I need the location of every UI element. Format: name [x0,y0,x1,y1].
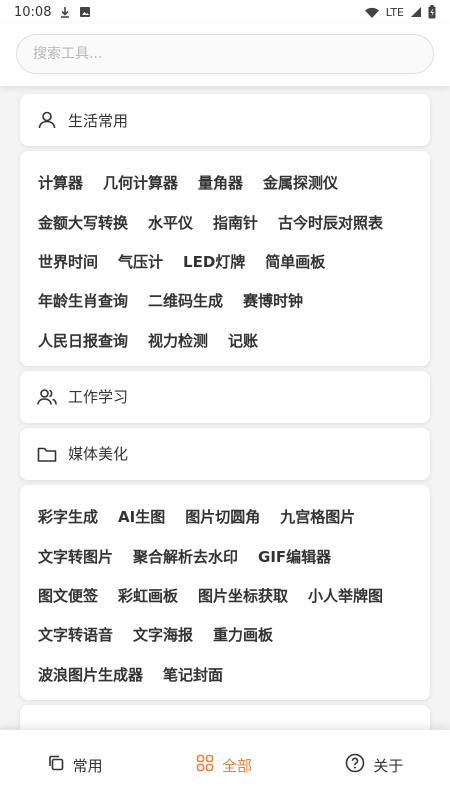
tool-text-to-speech[interactable]: 文字转语音 [38,624,113,645]
search-input[interactable] [33,46,433,62]
tool-vision-test[interactable]: 视力检测 [148,330,208,351]
status-right: LTE [364,5,436,19]
tool-note-cover[interactable]: 笔记封面 [163,664,223,685]
tool-text-to-image[interactable]: 文字转图片 [38,546,113,567]
tool-row: 彩字生成 AI生图 图片切圆角 九宫格图片 [38,497,430,536]
tool-list[interactable]: 生活常用 计算器 几何计算器 量角器 金属探测仪 金额大写转换 水平仪 指南针 … [0,86,450,730]
tool-geometry-calculator[interactable]: 几何计算器 [103,172,178,193]
tool-row: 世界时间 气压计 LED灯牌 简单画板 [38,242,430,281]
help-icon [345,753,365,777]
status-bar: 10:08 LTE [0,0,450,24]
nav-common[interactable]: 常用 [47,754,103,776]
wifi-icon [364,6,380,19]
tool-round-corner[interactable]: 图片切圆角 [185,506,260,527]
tool-image-coordinates[interactable]: 图片坐标获取 [198,585,288,606]
tool-calculator[interactable]: 计算器 [38,172,83,193]
tool-barometer[interactable]: 气压计 [118,251,163,272]
tool-gravity-board[interactable]: 重力画板 [213,624,273,645]
tool-row: 波浪图片生成器 笔记封面 [38,655,430,694]
bottom-nav: 常用 全部 关于 [0,730,450,800]
nav-all[interactable]: 全部 [196,754,252,776]
photo-icon [79,6,91,18]
tool-simple-drawing[interactable]: 简单画板 [265,251,325,272]
tool-color-text[interactable]: 彩字生成 [38,506,98,527]
search-box[interactable] [16,34,434,74]
tool-row: 年龄生肖查询 二维码生成 赛博时钟 [38,281,430,320]
people-icon [36,386,58,408]
tool-cyber-clock[interactable]: 赛博时钟 [243,290,303,311]
section-title: 生活常用 [68,111,129,130]
copy-icon [47,754,65,776]
nav-common-label: 常用 [72,756,103,775]
status-left: 10:08 [14,5,91,20]
tool-text-poster[interactable]: 文字海报 [133,624,193,645]
tools-card-daily: 计算器 几何计算器 量角器 金属探测仪 金额大写转换 水平仪 指南针 古今时辰对… [20,151,430,366]
nav-all-label: 全部 [221,756,252,775]
folder-icon [36,443,58,465]
tool-bookkeeping[interactable]: 记账 [228,330,258,351]
tool-rainbow-board[interactable]: 彩虹画板 [118,585,178,606]
section-header-daily[interactable]: 生活常用 [20,94,430,146]
section-title: 工作学习 [68,388,129,407]
section-header-next[interactable] [20,704,430,730]
tool-metal-detector[interactable]: 金属探测仪 [263,172,338,193]
tool-sticky-note[interactable]: 图文便签 [38,585,98,606]
status-time: 10:08 [14,4,52,20]
tool-compass[interactable]: 指南针 [213,212,258,233]
tool-world-time[interactable]: 世界时间 [38,251,98,272]
tool-row: 人民日报查询 视力检测 记账 [38,321,430,360]
section-header-media[interactable]: 媒体美化 [20,427,430,480]
section-header-work[interactable]: 工作学习 [20,370,430,423]
tool-watermark-remover[interactable]: 聚合解析去水印 [133,546,238,567]
tool-protractor[interactable]: 量角器 [198,172,243,193]
tool-amount-converter[interactable]: 金额大写转换 [38,212,128,233]
nav-about[interactable]: 关于 [345,753,403,777]
tool-row: 文字转图片 聚合解析去水印 GIF编辑器 [38,536,430,575]
tool-ai-image[interactable]: AI生图 [118,506,165,527]
tool-level[interactable]: 水平仪 [148,212,193,233]
tools-card-media: 彩字生成 AI生图 图片切圆角 九宫格图片 文字转图片 聚合解析去水印 GIF编… [20,484,430,700]
tool-qr-generator[interactable]: 二维码生成 [148,290,223,311]
network-type: LTE [385,5,404,19]
search-header [0,24,450,86]
tool-wave-image[interactable]: 波浪图片生成器 [38,664,143,685]
tool-nine-grid[interactable]: 九宫格图片 [280,506,355,527]
tool-peoples-daily[interactable]: 人民日报查询 [38,330,128,351]
tool-row: 文字转语音 文字海报 重力画板 [38,615,430,654]
tool-gif-editor[interactable]: GIF编辑器 [258,546,331,567]
download-icon [59,6,71,18]
signal-icon [410,6,422,18]
tool-row: 计算器 几何计算器 量角器 金属探测仪 [38,163,430,202]
tool-sign-holder[interactable]: 小人举牌图 [308,585,383,606]
tool-led-sign[interactable]: LED灯牌 [183,251,245,272]
tool-row: 图文便签 彩虹画板 图片坐标获取 小人举牌图 [38,576,430,615]
person-icon [36,109,58,131]
tool-zodiac-query[interactable]: 年龄生肖查询 [38,290,128,311]
section-title: 媒体美化 [68,445,129,464]
nav-about-label: 关于 [373,756,404,775]
tool-time-table[interactable]: 古今时辰对照表 [278,212,383,233]
grid-icon [196,754,214,776]
battery-icon [428,5,436,19]
tool-row: 金额大写转换 水平仪 指南针 古今时辰对照表 [38,202,430,241]
